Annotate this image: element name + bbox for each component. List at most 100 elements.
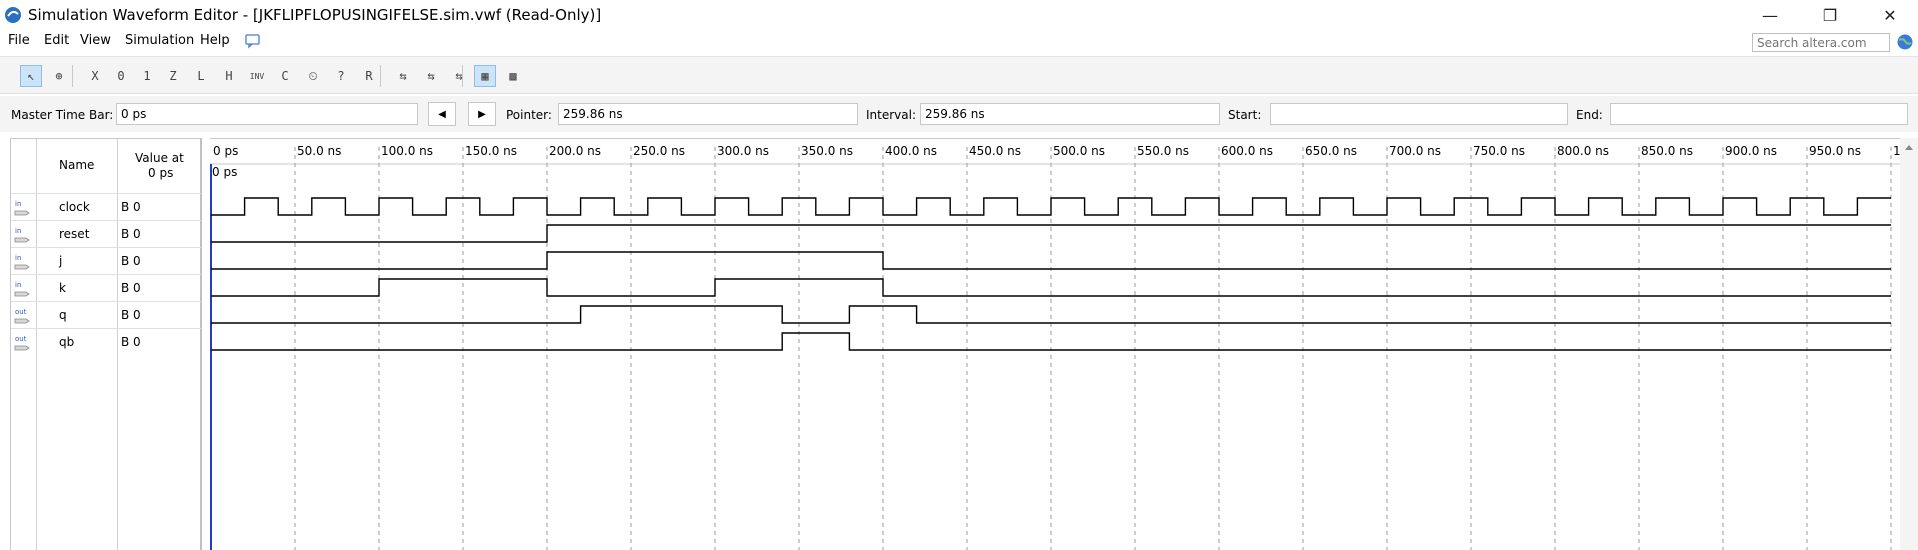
time-tick-label: 650.0 ns bbox=[1305, 144, 1357, 158]
time-tick-label: 1.0 us bbox=[1893, 144, 1900, 158]
interval-label: Interval: bbox=[866, 108, 916, 122]
signal-value: B 0 bbox=[121, 308, 141, 322]
toolbar-separator bbox=[462, 65, 463, 87]
start-field[interactable] bbox=[1270, 103, 1568, 125]
run-functional-icon[interactable]: ⇆ bbox=[392, 65, 414, 87]
next-transition-button[interactable]: ▶ bbox=[468, 102, 496, 126]
signal-value: B 0 bbox=[121, 335, 141, 349]
time-tick-label: 600.0 ns bbox=[1221, 144, 1273, 158]
weak-low-icon[interactable]: L bbox=[190, 65, 212, 87]
start-label: Start: bbox=[1228, 108, 1262, 122]
svg-text:in: in bbox=[15, 254, 21, 262]
menu-help[interactable]: Help bbox=[200, 33, 230, 48]
toolbar: ↖ ⊕ X 0 1 Z L H INV C ⏲? R ⇆ ⇆ ⇆ ▦ ▩ bbox=[0, 56, 1918, 94]
globe-icon[interactable] bbox=[1896, 33, 1914, 51]
menu-edit[interactable]: Edit bbox=[44, 33, 69, 48]
time-tick-label: 550.0 ns bbox=[1137, 144, 1189, 158]
restore-button[interactable]: ❐ bbox=[1802, 0, 1858, 30]
menu-bar: File Edit View Simulation Help bbox=[0, 30, 1918, 54]
minimize-button[interactable]: — bbox=[1742, 0, 1798, 30]
svg-text:in: in bbox=[15, 227, 21, 235]
value-column-header[interactable]: Value at bbox=[135, 151, 184, 165]
time-tick-label: 800.0 ns bbox=[1557, 144, 1609, 158]
pointer-field[interactable]: 259.86 ns bbox=[558, 103, 858, 125]
signal-value: B 0 bbox=[121, 254, 141, 268]
signal-row[interactable]: in reset B 0 bbox=[11, 220, 201, 247]
pointer-icon[interactable]: ↖ bbox=[20, 65, 42, 87]
signal-name: j bbox=[59, 254, 63, 268]
svg-text:in: in bbox=[15, 200, 21, 208]
input-pin-icon: in bbox=[14, 281, 30, 297]
scroll-up-icon[interactable] bbox=[1900, 138, 1918, 158]
value-column-header-time: 0 ps bbox=[148, 166, 174, 180]
time-tick-label: 900.0 ns bbox=[1725, 144, 1777, 158]
menu-file[interactable]: File bbox=[8, 33, 30, 48]
signal-row[interactable]: out q B 0 bbox=[11, 301, 201, 328]
waveform-canvas[interactable]: 0 ps 50.0 ns 100.0 ns 150.0 ns 200.0 ns 250.0… bbox=[210, 139, 1918, 550]
search-input[interactable] bbox=[1752, 33, 1890, 52]
run-timing-icon[interactable]: ⇆ bbox=[420, 65, 442, 87]
time-tick-label: 100.0 ns bbox=[381, 144, 433, 158]
signal-name: q bbox=[59, 308, 67, 322]
output-pin-icon: out bbox=[14, 335, 30, 351]
menu-view[interactable]: View bbox=[80, 33, 111, 48]
invert-icon[interactable]: INV bbox=[246, 65, 268, 87]
close-button[interactable]: ✕ bbox=[1862, 0, 1918, 30]
time-tick-label: 400.0 ns bbox=[885, 144, 937, 158]
force-high-icon[interactable]: 1 bbox=[136, 65, 158, 87]
signal-name: qb bbox=[59, 335, 75, 349]
window-title: Simulation Waveform Editor - [JKFLIPFLOP… bbox=[28, 6, 602, 24]
signal-value: B 0 bbox=[121, 281, 141, 295]
waveform-view-icon[interactable]: ▦ bbox=[474, 65, 496, 87]
left-arrow-icon: ◀ bbox=[438, 108, 446, 120]
time-tick-label: 500.0 ns bbox=[1053, 144, 1105, 158]
signal-row[interactable]: out qb B 0 bbox=[11, 328, 201, 355]
signal-row[interactable]: in k B 0 bbox=[11, 274, 201, 301]
signal-name: clock bbox=[59, 200, 90, 214]
uninitialized-icon[interactable]: X bbox=[84, 65, 106, 87]
signal-name: reset bbox=[59, 227, 90, 241]
master-time-bar-field[interactable]: 0 ps bbox=[116, 103, 418, 125]
time-tick-label: 250.0 ns bbox=[633, 144, 685, 158]
high-impedance-icon[interactable]: Z bbox=[162, 65, 184, 87]
time-tick-label: 350.0 ns bbox=[801, 144, 853, 158]
toolbar-separator bbox=[380, 65, 381, 87]
time-tick-label: 750.0 ns bbox=[1473, 144, 1525, 158]
interval-field[interactable]: 259.86 ns bbox=[920, 103, 1220, 125]
zoom-icon[interactable]: ⊕ bbox=[48, 65, 70, 87]
signal-row[interactable]: in clock B 0 bbox=[11, 193, 201, 220]
time-tick-label: 450.0 ns bbox=[969, 144, 1021, 158]
svg-text:out: out bbox=[15, 335, 27, 343]
feedback-icon[interactable] bbox=[244, 33, 262, 49]
time-tick-label: 300.0 ns bbox=[717, 144, 769, 158]
snap-grid-icon[interactable]: ▩ bbox=[502, 65, 524, 87]
random-values-icon[interactable]: ? bbox=[330, 65, 352, 87]
signal-row[interactable]: in j B 0 bbox=[11, 247, 201, 274]
menu-simulation[interactable]: Simulation bbox=[125, 33, 194, 48]
signal-name: k bbox=[59, 281, 66, 295]
toolbar-separator bbox=[72, 65, 73, 87]
signal-value: B 0 bbox=[121, 200, 141, 214]
name-column-header[interactable]: Name bbox=[59, 158, 94, 172]
waveform-panel[interactable]: 0 ps 50.0 ns 100.0 ns 150.0 ns 200.0 ns 250.0… bbox=[210, 138, 1918, 550]
time-tick-label: 850.0 ns bbox=[1641, 144, 1693, 158]
overwrite-clock-icon[interactable]: ⏲ bbox=[302, 65, 324, 87]
pointer-label: Pointer: bbox=[506, 108, 552, 122]
arbitrary-value-icon[interactable]: R bbox=[358, 65, 380, 87]
count-value-icon[interactable]: C bbox=[274, 65, 296, 87]
input-pin-icon: in bbox=[14, 200, 30, 216]
force-low-icon[interactable]: 0 bbox=[110, 65, 132, 87]
vertical-scrollbar[interactable] bbox=[1900, 138, 1918, 550]
end-field[interactable] bbox=[1610, 103, 1908, 125]
time-tick-label: 200.0 ns bbox=[549, 144, 601, 158]
time-tick-label: 50.0 ns bbox=[297, 144, 341, 158]
svg-text:in: in bbox=[15, 281, 21, 289]
previous-transition-button[interactable]: ◀ bbox=[428, 102, 456, 126]
right-arrow-icon: ▶ bbox=[478, 108, 486, 120]
weak-high-icon[interactable]: H bbox=[218, 65, 240, 87]
time-bar-row: Master Time Bar: 0 ps ◀ ▶ Pointer: 259.8… bbox=[0, 96, 1918, 132]
signal-list-panel: Name Value at 0 ps in clock B 0 in reset B 0i… bbox=[10, 138, 202, 550]
end-label: End: bbox=[1576, 108, 1603, 122]
time-tick-label: 700.0 ns bbox=[1389, 144, 1441, 158]
generate-netlist-icon[interactable]: ⇆ bbox=[448, 65, 470, 87]
